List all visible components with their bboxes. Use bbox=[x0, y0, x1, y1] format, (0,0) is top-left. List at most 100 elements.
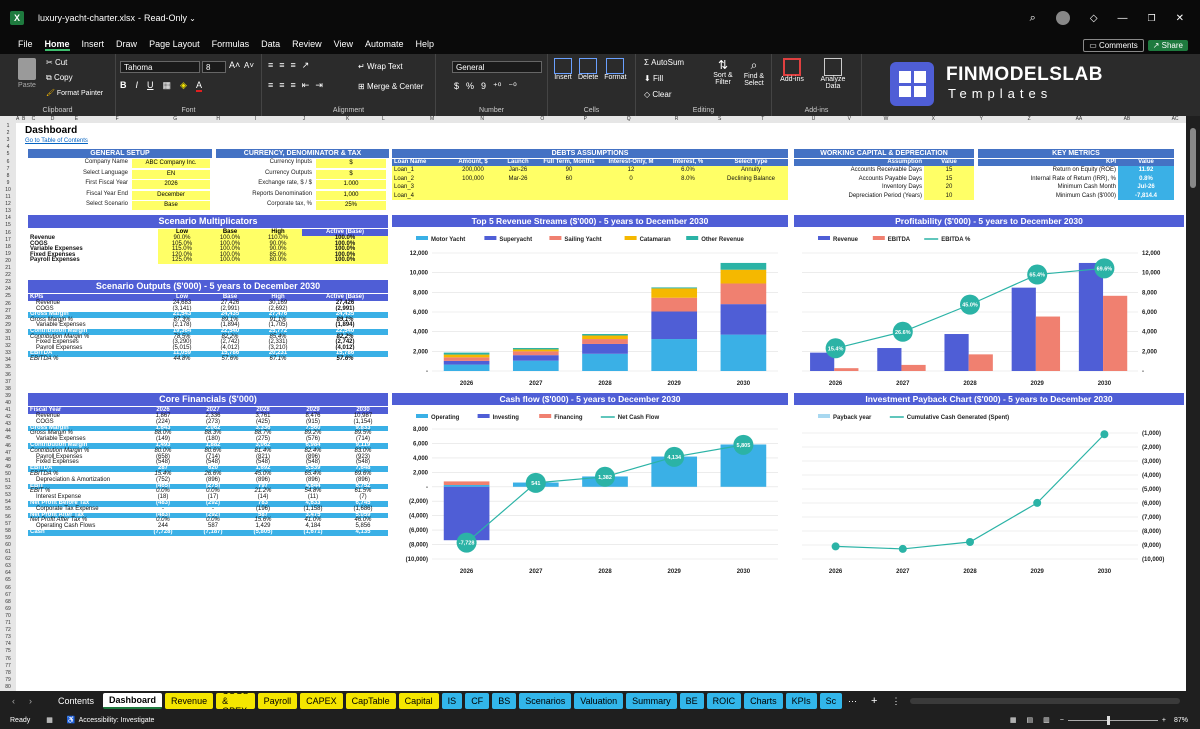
row-header[interactable]: 74 bbox=[0, 641, 16, 647]
number-format-select[interactable]: General bbox=[452, 61, 542, 73]
font-color-icon[interactable]: A bbox=[195, 80, 202, 92]
fill-button[interactable]: ⬇ Fill bbox=[644, 74, 663, 83]
table-cell[interactable]: Inventory Days bbox=[794, 183, 924, 192]
row-header[interactable]: 7 bbox=[0, 166, 16, 172]
row-header[interactable]: 23 bbox=[0, 279, 16, 285]
chevron-down-icon[interactable]: ⌄ bbox=[189, 14, 196, 23]
shrink-font-icon[interactable]: A˅ bbox=[244, 61, 254, 70]
table-cell[interactable]: Declining Balance bbox=[714, 174, 788, 184]
table-cell[interactable]: 15 bbox=[924, 174, 974, 184]
clear-button[interactable]: ◇ Clear bbox=[644, 90, 672, 99]
row-header[interactable]: 43 bbox=[0, 421, 16, 427]
table-cell[interactable]: Payroll Expenses bbox=[28, 258, 158, 264]
row-header[interactable]: 33 bbox=[0, 350, 16, 356]
column-header[interactable]: T bbox=[761, 116, 764, 122]
font-name-select[interactable]: Tahoma bbox=[120, 61, 200, 73]
row-header[interactable]: 75 bbox=[0, 648, 16, 654]
revenue-streams-chart[interactable]: Top 5 Revenue Streams ($'000) - 5 years … bbox=[392, 215, 788, 393]
setup-input[interactable]: 1,000 bbox=[316, 190, 386, 200]
format-cells-button[interactable]: Format bbox=[604, 58, 626, 81]
tab-cf[interactable]: CF bbox=[465, 693, 490, 709]
row-header[interactable]: 37 bbox=[0, 379, 16, 385]
row-header[interactable]: 9 bbox=[0, 180, 16, 186]
table-cell[interactable] bbox=[662, 183, 714, 192]
table-cell[interactable] bbox=[498, 183, 538, 192]
row-header[interactable]: 25 bbox=[0, 293, 16, 299]
menu-insert[interactable]: Insert bbox=[82, 39, 105, 51]
zoom-out-icon[interactable]: − bbox=[1060, 717, 1064, 724]
row-header[interactable]: 62 bbox=[0, 556, 16, 562]
search-icon[interactable]: ⌕ bbox=[1030, 12, 1036, 25]
column-header[interactable]: V bbox=[848, 116, 851, 122]
row-header[interactable]: 11 bbox=[0, 194, 16, 200]
column-header[interactable]: M bbox=[430, 116, 434, 122]
table-cell[interactable]: 67.1% bbox=[254, 356, 302, 363]
align-left-icon[interactable]: ≡ bbox=[268, 80, 273, 91]
decrease-decimal-icon[interactable]: ⁻⁰ bbox=[508, 81, 516, 92]
column-header[interactable]: B bbox=[22, 116, 25, 122]
table-cell[interactable] bbox=[714, 191, 788, 201]
table-cell[interactable]: 20 bbox=[924, 183, 974, 192]
row-header[interactable]: 38 bbox=[0, 386, 16, 392]
tab-cogs-opex[interactable]: COGS & OPEX bbox=[216, 693, 255, 709]
avatar[interactable] bbox=[1055, 11, 1070, 25]
tab-menu-icon[interactable]: ⋮ bbox=[891, 696, 900, 707]
autosum-button[interactable]: Σ AutoSum bbox=[644, 58, 684, 67]
indent-decrease-icon[interactable]: ⇤ bbox=[302, 80, 310, 91]
row-header[interactable]: 63 bbox=[0, 563, 16, 569]
tab-scroll-right-icon[interactable]: › bbox=[29, 696, 32, 706]
row-header[interactable]: 52 bbox=[0, 485, 16, 491]
row-header[interactable]: 36 bbox=[0, 372, 16, 378]
table-cell[interactable] bbox=[600, 183, 662, 192]
row-header[interactable]: 58 bbox=[0, 528, 16, 534]
horizontal-scrollbar[interactable] bbox=[910, 698, 1181, 704]
table-cell[interactable]: (5,805) bbox=[238, 529, 288, 536]
row-header[interactable]: 14 bbox=[0, 215, 16, 221]
table-cell[interactable] bbox=[538, 183, 600, 192]
page-break-view-icon[interactable]: ▥ bbox=[1043, 716, 1050, 724]
table-cell[interactable] bbox=[448, 191, 498, 201]
normal-view-icon[interactable]: ▦ bbox=[1010, 716, 1017, 724]
column-header[interactable]: P bbox=[584, 116, 587, 122]
menu-view[interactable]: View bbox=[334, 39, 353, 51]
tab-revenue[interactable]: Revenue bbox=[165, 693, 214, 709]
addins-button[interactable]: Add-ins bbox=[778, 58, 806, 83]
row-header[interactable]: 13 bbox=[0, 208, 16, 214]
currency-icon[interactable]: $ bbox=[454, 81, 459, 92]
column-header[interactable]: Q bbox=[627, 116, 631, 122]
diamond-icon[interactable]: ◇ bbox=[1090, 13, 1098, 24]
row-header[interactable]: 53 bbox=[0, 492, 16, 498]
table-cell[interactable]: Loan_3 bbox=[392, 183, 448, 192]
row-header[interactable]: 6 bbox=[0, 159, 16, 165]
row-header[interactable]: 68 bbox=[0, 599, 16, 605]
column-header[interactable]: U bbox=[812, 116, 816, 122]
tab-scenarios[interactable]: Scenarios bbox=[519, 693, 572, 709]
column-header[interactable]: AA bbox=[1076, 116, 1083, 122]
align-top-icon[interactable]: ≡ bbox=[268, 60, 273, 71]
setup-input[interactable]: ABC Company Inc. bbox=[132, 159, 210, 168]
table-cell[interactable]: Cash bbox=[28, 529, 138, 536]
format-painter-button[interactable]: 🖌 Format Painter bbox=[46, 89, 103, 97]
align-bottom-icon[interactable]: ≡ bbox=[291, 60, 296, 71]
table-cell[interactable]: Accounts Receivable Days bbox=[794, 166, 924, 175]
tab-roic[interactable]: ROIC bbox=[706, 693, 742, 709]
table-cell[interactable]: 6.0% bbox=[662, 166, 714, 175]
profitability-chart[interactable]: Profitability ($'000) - 5 years to Decem… bbox=[794, 215, 1184, 393]
close-icon[interactable]: ✕ bbox=[1176, 13, 1184, 24]
column-header[interactable]: C bbox=[32, 116, 36, 122]
row-header[interactable]: 67 bbox=[0, 592, 16, 598]
tab-sc[interactable]: Sc bbox=[819, 693, 842, 709]
setup-input[interactable]: $ bbox=[316, 169, 386, 179]
table-cell[interactable]: 80.0% bbox=[254, 258, 302, 264]
table-cell[interactable]: 4,135 bbox=[338, 529, 388, 536]
column-header[interactable]: E bbox=[75, 116, 78, 122]
table-cell[interactable]: 57.6% bbox=[302, 356, 388, 363]
table-cell[interactable]: (7,728) bbox=[138, 529, 188, 536]
table-cell[interactable]: 100.0% bbox=[206, 258, 254, 264]
setup-input[interactable]: December bbox=[132, 190, 210, 200]
zoom-level[interactable]: 87% bbox=[1174, 717, 1188, 724]
table-cell[interactable]: 15 bbox=[924, 166, 974, 175]
column-header[interactable]: D bbox=[51, 116, 55, 122]
table-cell[interactable]: (1,671) bbox=[288, 529, 338, 536]
row-header[interactable]: 78 bbox=[0, 670, 16, 676]
